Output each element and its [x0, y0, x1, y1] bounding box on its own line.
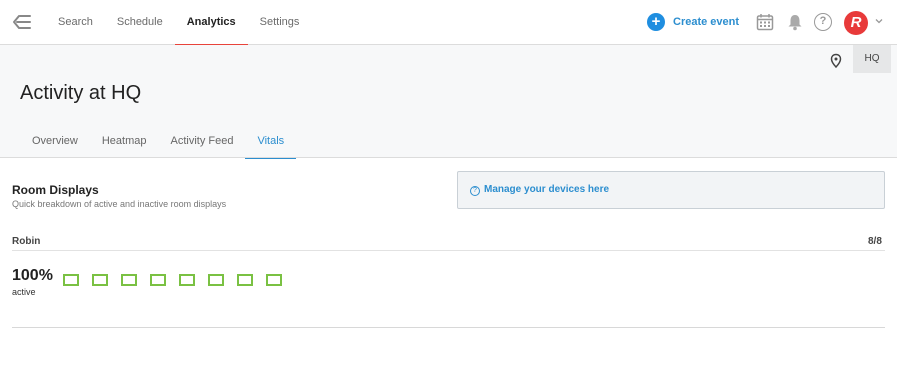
main-nav: Search Schedule Analytics Settings: [46, 0, 312, 46]
display-group-name: Robin: [12, 236, 41, 247]
tab-activity-feed[interactable]: Activity Feed: [158, 124, 245, 158]
active-percentage: 100%: [12, 267, 53, 284]
tab-vitals[interactable]: Vitals: [245, 124, 296, 159]
avatar[interactable]: R: [844, 11, 868, 35]
create-event-button[interactable]: + Create event: [647, 12, 739, 32]
page-header: HQ Activity at HQ Overview Heatmap Activ…: [0, 45, 897, 159]
room-display-active-icon: [266, 274, 282, 286]
display-status-list: [63, 274, 295, 286]
create-event-label: Create event: [673, 16, 740, 28]
room-display-active-icon: [92, 274, 108, 286]
tab-heatmap[interactable]: Heatmap: [90, 124, 159, 158]
nav-item-search[interactable]: Search: [46, 0, 105, 45]
divider: [12, 327, 885, 328]
manage-devices-link[interactable]: Manage your devices here: [484, 184, 609, 195]
top-navigation-bar: Search Schedule Analytics Settings + Cre…: [0, 0, 897, 46]
calendar-icon[interactable]: [756, 13, 774, 31]
room-display-active-icon: [179, 274, 195, 286]
divider: [12, 250, 885, 251]
nav-item-analytics[interactable]: Analytics: [174, 0, 248, 46]
display-group-count: 8/8: [868, 236, 882, 247]
room-display-active-icon: [121, 274, 137, 286]
room-display-active-icon: [208, 274, 224, 286]
manage-devices-banner[interactable]: ? Manage your devices here: [457, 171, 885, 209]
room-display-active-icon: [150, 274, 166, 286]
page-title: Activity at HQ: [20, 82, 142, 104]
info-icon: ?: [470, 186, 480, 196]
help-icon[interactable]: ?: [814, 13, 832, 31]
analytics-tabs: Overview Heatmap Activity Feed Vitals: [20, 124, 296, 159]
collapse-icon[interactable]: [12, 13, 32, 31]
nav-item-settings[interactable]: Settings: [248, 0, 312, 45]
plus-circle-icon: +: [647, 13, 665, 31]
active-label: active: [12, 287, 36, 297]
room-displays-title: Room Displays: [12, 183, 99, 197]
room-displays-subtitle: Quick breakdown of active and inactive r…: [12, 199, 227, 209]
location-selector[interactable]: HQ: [853, 45, 891, 73]
room-display-active-icon: [237, 274, 253, 286]
room-display-active-icon: [63, 274, 79, 286]
nav-item-schedule[interactable]: Schedule: [105, 0, 175, 45]
tab-overview[interactable]: Overview: [20, 124, 90, 158]
chevron-down-icon[interactable]: [874, 16, 884, 26]
bell-icon[interactable]: [786, 13, 804, 31]
location-pin-icon: [830, 53, 842, 69]
